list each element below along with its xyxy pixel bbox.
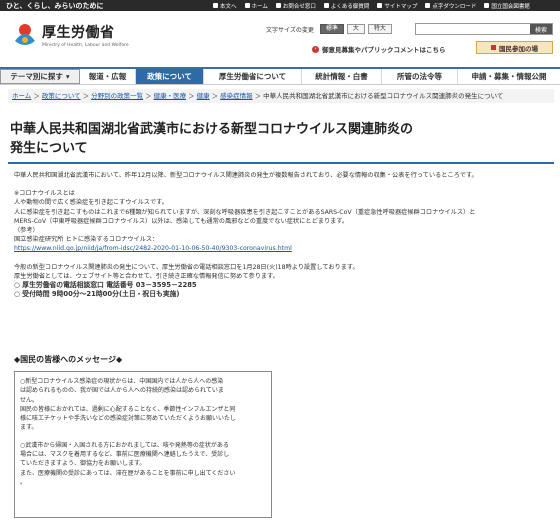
site-search: 検索: [415, 23, 553, 35]
call-center-text: 厚生労働省としては、ウェブサイト等と合わせて、引き続き正確な情報発信に努めて参り…: [14, 272, 279, 280]
message-line: は認められるものの、我が国では人から人への持続的感染は認められていま: [20, 387, 224, 395]
message-line: 。: [20, 478, 27, 486]
utility-link-label: サイトマップ: [384, 3, 418, 10]
nav-policy[interactable]: 政策について: [136, 69, 204, 84]
breadcrumb-home[interactable]: ホーム: [12, 92, 31, 100]
utility-link-label: 本文へ: [220, 3, 237, 10]
breadcrumb-health-medical[interactable]: 健康・医療: [154, 92, 187, 100]
corona-note-line: 人に感染症を引き起こすものはこれまで6種類が知られていますが、深刻な呼吸器疾患を…: [14, 208, 476, 216]
corona-note-line: MERS-CoV（中東呼吸器症候群コロナウイルス）以外は、感染しても通常の風邪な…: [14, 217, 349, 225]
nav-press[interactable]: 報道・広報: [80, 69, 136, 84]
participate-button[interactable]: 国民参加の場: [476, 41, 553, 54]
utility-link-faq[interactable]: よくある御質問: [321, 2, 373, 10]
message-box: ○新型コロナウイルス感染症の現状からは、中国国内では人から人への感染 は認められ…: [14, 371, 272, 518]
message-line: ○武漢市から帰国・入国される方におかれましては、咳や発熱等の症状がある: [20, 441, 229, 449]
nav-theme-search[interactable]: テーマ別に探す ▾: [0, 69, 80, 84]
mail-icon: [275, 3, 281, 8]
corona-note-line: （参考）: [14, 227, 39, 235]
arrow-icon: [213, 3, 218, 8]
utility-link-label: 国立国会図書館: [491, 3, 530, 10]
arrow-right-icon: ›: [312, 45, 319, 53]
breadcrumb-infectious[interactable]: 感染症情報: [220, 92, 253, 100]
message-line: また、医療機関の受診にあっては、滞在歴があることを事前に申し出てください: [20, 469, 236, 477]
text-size-large-button[interactable]: 大: [346, 24, 365, 34]
question-icon: [323, 3, 329, 8]
utility-link-contact[interactable]: お問合せ窓口: [273, 2, 319, 10]
message-line: 様に咳エチケットや手洗いなどの感染症対策に努めていただくようお願いいたし: [20, 415, 237, 423]
utility-link-braille[interactable]: 点字ダウンロード: [422, 2, 479, 10]
text-size-label: 文字サイズの変更: [266, 26, 314, 34]
breadcrumb-health[interactable]: 健康: [197, 92, 210, 100]
text-size-xlarge-button[interactable]: 特大: [367, 24, 392, 34]
braille-icon: [425, 3, 431, 8]
library-icon: [484, 3, 490, 8]
sitemap-icon: [377, 3, 383, 8]
article-body: 中華人民共和国湖北省武漢市において、昨年12月以降、新型コロナウイルス関連肺炎の…: [14, 171, 549, 299]
utility-link-sitemap[interactable]: サイトマップ: [374, 2, 420, 10]
breadcrumb: ホーム＞政策について＞分野別の政策一覧＞健康・医療＞健康＞感染症情報＞中華人民共…: [8, 89, 554, 103]
nav-about[interactable]: 厚生労働省について: [204, 69, 302, 84]
corona-note-line: 人や動物の間で広く感染症を引き起こすウイルスです。: [14, 199, 168, 207]
public-comment-label: 御意見募集やパブリックコメントはこちら: [322, 46, 446, 54]
home-icon: [244, 3, 250, 8]
message-line: 国民の皆様におかれては、過剰に心配することなく、季節性インフルエンザと同: [20, 405, 236, 413]
nav-statistics[interactable]: 統計情報・白書: [302, 69, 382, 84]
utility-links: 本文へ ホーム お問合せ窓口 よくある御質問 サイトマップ 点字ダウンロード 国…: [210, 2, 533, 10]
top-utility-bar: ひと、くらし、みらいのために 本文へ ホーム お問合せ窓口 よくある御質問 サイ…: [0, 0, 560, 11]
breadcrumb-current: 中華人民共和国湖北省武漢市における新型コロナウイルス関連肺炎の発生について: [263, 92, 504, 100]
site-subtitle: Ministry of Health, Labour and Welfare: [42, 43, 129, 48]
page-title: 中華人民共和国湖北省武漢市における新型コロナウイルス関連肺炎の発生について: [10, 122, 414, 156]
chevron-down-icon: ▾: [65, 72, 70, 81]
breadcrumb-policy[interactable]: 政策について: [42, 92, 81, 100]
site-tagline: ひと、くらし、みらいのために: [6, 1, 104, 10]
site-logo[interactable]: 厚生労働省 Ministry of Health, Labour and Wel…: [12, 21, 129, 49]
utility-link-main[interactable]: 本文へ: [210, 2, 240, 10]
utility-link-label: 点字ダウンロード: [432, 3, 477, 10]
title-divider: [8, 162, 554, 164]
nav-laws[interactable]: 所管の法令等: [382, 69, 458, 84]
utility-link-library[interactable]: 国立国会図書館: [481, 2, 533, 10]
utility-link-label: よくある御質問: [330, 3, 370, 10]
text-size-standard-button[interactable]: 標準: [319, 24, 344, 34]
public-comment-link[interactable]: › 御意見募集やパブリックコメントはこちら: [312, 44, 446, 54]
search-input[interactable]: [416, 24, 530, 34]
nav-label: テーマ別に探す: [10, 72, 63, 81]
utility-link-label: お問合せ窓口: [282, 3, 316, 10]
corona-note-line: 国立感染症研究所 ヒトに感染するコロナウイルス：: [14, 236, 159, 244]
text-size-control: 文字サイズの変更 標準 大 特大: [266, 24, 392, 34]
intro-text: 中華人民共和国湖北省武漢市において、昨年12月以降、新型コロナウイルス関連肺炎の…: [14, 172, 478, 179]
utility-link-home[interactable]: ホーム: [242, 2, 271, 10]
nav-applications[interactable]: 申請・募集・情報公開: [458, 69, 560, 84]
site-header: 厚生労働省 Ministry of Health, Labour and Wel…: [0, 11, 560, 66]
phone-number: ○ 厚生労働省の電話相談窓口 電話番号 03－3595－2285: [14, 281, 197, 290]
ministry-logo-icon: [15, 24, 35, 45]
reference-link[interactable]: https://www.niid.go.jp/niid/ja/from-idsc…: [14, 245, 292, 252]
message-line: 場合には、マスクを着用するなど、事前に医療機関へ連絡したうえで、受診し: [20, 451, 230, 459]
call-hours: ○ 受付時間 9時00分～21時00分(土日・祝日も実施): [14, 290, 180, 299]
message-line: せん。: [20, 396, 39, 404]
site-title: 厚生労働省: [42, 25, 115, 41]
call-center-text: 今般の新型コロナウイルス関連肺炎の発生について、厚生労働省の電話相談窓口を1月2…: [14, 263, 359, 271]
global-nav: テーマ別に探す ▾ 報道・広報 政策について 厚生労働省について 統計情報・白書 …: [0, 67, 560, 85]
message-heading: ◆国民の皆様へのメッセージ◆: [14, 355, 123, 364]
corona-note-line: ※コロナウイルスとは: [14, 190, 75, 198]
participate-label: 国民参加の場: [499, 44, 538, 53]
square-icon: [491, 45, 496, 50]
utility-link-label: ホーム: [251, 3, 268, 10]
message-line: ていただきますよう、御協力をお願いします。: [20, 460, 146, 468]
search-button[interactable]: 検索: [530, 24, 552, 34]
message-line: ○新型コロナウイルス感染症の現状からは、中国国内では人から人への感染: [20, 378, 224, 385]
breadcrumb-policy-list[interactable]: 分野別の政策一覧: [91, 92, 143, 100]
message-line: ます。: [20, 424, 38, 432]
